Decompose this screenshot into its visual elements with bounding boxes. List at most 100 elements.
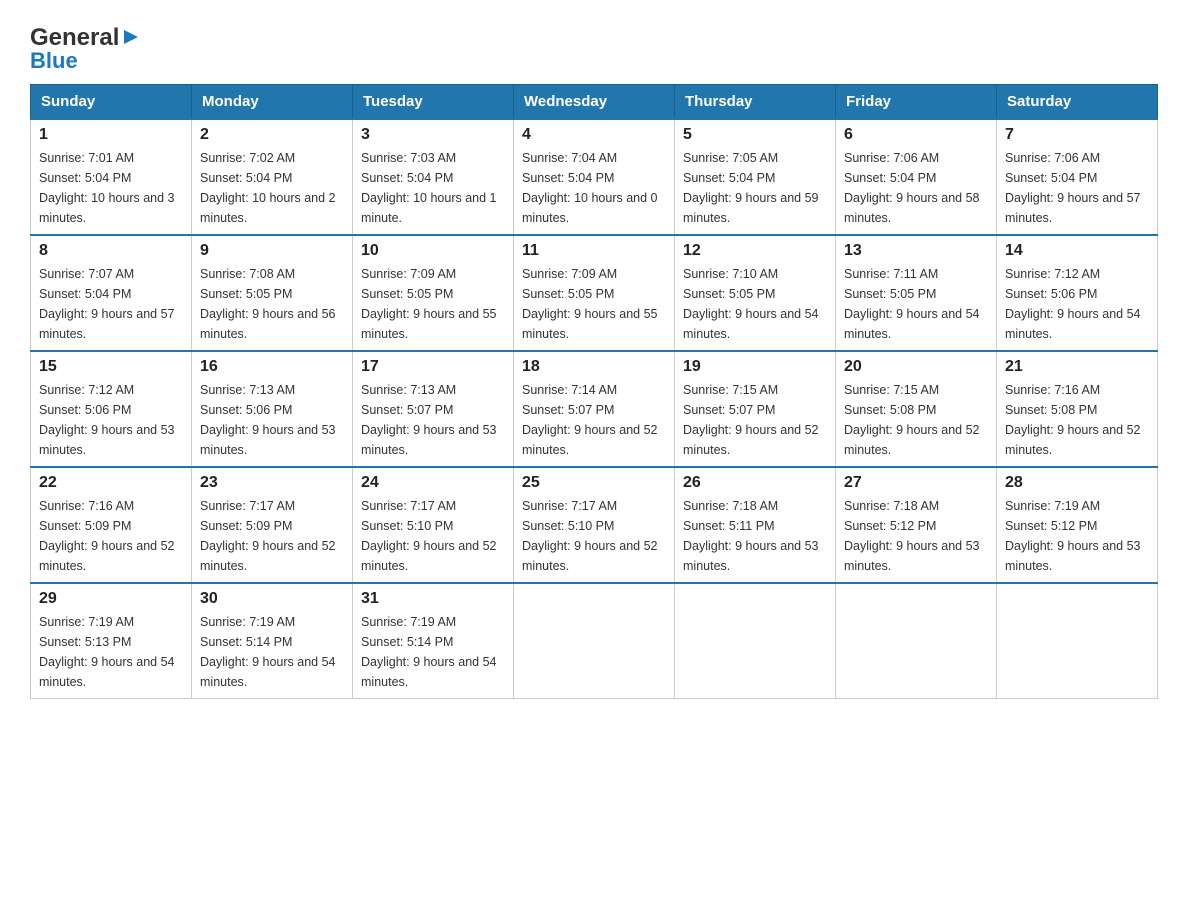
calendar-cell-w1-d7: 7 Sunrise: 7:06 AMSunset: 5:04 PMDaylight… (997, 119, 1158, 235)
day-info: Sunrise: 7:16 AMSunset: 5:09 PMDaylight:… (39, 496, 183, 576)
day-info: Sunrise: 7:09 AMSunset: 5:05 PMDaylight:… (522, 264, 666, 344)
day-info: Sunrise: 7:13 AMSunset: 5:07 PMDaylight:… (361, 380, 505, 460)
day-info: Sunrise: 7:13 AMSunset: 5:06 PMDaylight:… (200, 380, 344, 460)
calendar-cell-w1-d1: 1Sunrise: 7:01 AMSunset: 5:04 PMDaylight… (31, 119, 192, 235)
day-info: Sunrise: 7:01 AMSunset: 5:04 PMDaylight:… (39, 148, 183, 228)
calendar-cell-w3-d6: 20 Sunrise: 7:15 AMSunset: 5:08 PMDayligh… (836, 351, 997, 467)
calendar-cell-w5-d5 (675, 583, 836, 699)
day-number: 20 (844, 358, 988, 376)
day-number: 30 (200, 590, 344, 608)
week-row-4: 22 Sunrise: 7:16 AMSunset: 5:09 PMDayligh… (31, 467, 1158, 583)
calendar-cell-w2-d3: 10 Sunrise: 7:09 AMSunset: 5:05 PMDayligh… (353, 235, 514, 351)
day-info: Sunrise: 7:17 AMSunset: 5:10 PMDaylight:… (522, 496, 666, 576)
calendar-cell-w5-d7 (997, 583, 1158, 699)
day-info: Sunrise: 7:19 AMSunset: 5:12 PMDaylight:… (1005, 496, 1149, 576)
weekday-header-tuesday: Tuesday (353, 85, 514, 120)
day-info: Sunrise: 7:12 AMSunset: 5:06 PMDaylight:… (39, 380, 183, 460)
day-number: 10 (361, 242, 505, 260)
calendar-cell-w3-d7: 21Sunrise: 7:16 AMSunset: 5:08 PMDayligh… (997, 351, 1158, 467)
day-info: Sunrise: 7:18 AMSunset: 5:12 PMDaylight:… (844, 496, 988, 576)
day-info: Sunrise: 7:06 AMSunset: 5:04 PMDaylight:… (844, 148, 988, 228)
day-info: Sunrise: 7:18 AMSunset: 5:11 PMDaylight:… (683, 496, 827, 576)
day-number: 6 (844, 126, 988, 144)
day-number: 12 (683, 242, 827, 260)
weekday-header-saturday: Saturday (997, 85, 1158, 120)
day-info: Sunrise: 7:19 AMSunset: 5:13 PMDaylight:… (39, 612, 183, 692)
calendar-cell-w2-d6: 13 Sunrise: 7:11 AMSunset: 5:05 PMDayligh… (836, 235, 997, 351)
day-number: 29 (39, 590, 183, 608)
logo: General Blue (30, 20, 140, 74)
day-info: Sunrise: 7:17 AMSunset: 5:09 PMDaylight:… (200, 496, 344, 576)
day-info: Sunrise: 7:19 AMSunset: 5:14 PMDaylight:… (200, 612, 344, 692)
page-header: General Blue (30, 20, 1158, 74)
day-number: 8 (39, 242, 183, 260)
day-number: 31 (361, 590, 505, 608)
weekday-header-row: SundayMondayTuesdayWednesdayThursdayFrid… (31, 85, 1158, 120)
calendar-cell-w5-d3: 31 Sunrise: 7:19 AMSunset: 5:14 PMDayligh… (353, 583, 514, 699)
day-number: 13 (844, 242, 988, 260)
calendar-cell-w2-d7: 14 Sunrise: 7:12 AMSunset: 5:06 PMDayligh… (997, 235, 1158, 351)
day-number: 16 (200, 358, 344, 376)
day-number: 3 (361, 126, 505, 144)
calendar-cell-w4-d6: 27 Sunrise: 7:18 AMSunset: 5:12 PMDayligh… (836, 467, 997, 583)
week-row-3: 15 Sunrise: 7:12 AMSunset: 5:06 PMDayligh… (31, 351, 1158, 467)
logo-triangle-icon (122, 28, 140, 51)
calendar-cell-w4-d3: 24 Sunrise: 7:17 AMSunset: 5:10 PMDayligh… (353, 467, 514, 583)
day-info: Sunrise: 7:06 AMSunset: 5:04 PMDaylight:… (1005, 148, 1149, 228)
calendar-cell-w1-d3: 3 Sunrise: 7:03 AMSunset: 5:04 PMDaylight… (353, 119, 514, 235)
calendar-cell-w3-d5: 19Sunrise: 7:15 AMSunset: 5:07 PMDayligh… (675, 351, 836, 467)
day-number: 9 (200, 242, 344, 260)
day-number: 21 (1005, 358, 1149, 376)
day-info: Sunrise: 7:10 AMSunset: 5:05 PMDaylight:… (683, 264, 827, 344)
day-info: Sunrise: 7:19 AMSunset: 5:14 PMDaylight:… (361, 612, 505, 692)
day-number: 2 (200, 126, 344, 144)
day-info: Sunrise: 7:17 AMSunset: 5:10 PMDaylight:… (361, 496, 505, 576)
day-number: 23 (200, 474, 344, 492)
calendar-cell-w2-d4: 11 Sunrise: 7:09 AMSunset: 5:05 PMDayligh… (514, 235, 675, 351)
calendar-cell-w3-d1: 15 Sunrise: 7:12 AMSunset: 5:06 PMDayligh… (31, 351, 192, 467)
day-info: Sunrise: 7:05 AMSunset: 5:04 PMDaylight:… (683, 148, 827, 228)
day-number: 7 (1005, 126, 1149, 144)
calendar-cell-w3-d4: 18Sunrise: 7:14 AMSunset: 5:07 PMDayligh… (514, 351, 675, 467)
calendar-cell-w5-d4 (514, 583, 675, 699)
calendar-table: SundayMondayTuesdayWednesdayThursdayFrid… (30, 84, 1158, 699)
day-number: 25 (522, 474, 666, 492)
day-number: 5 (683, 126, 827, 144)
calendar-cell-w4-d4: 25 Sunrise: 7:17 AMSunset: 5:10 PMDayligh… (514, 467, 675, 583)
day-number: 22 (39, 474, 183, 492)
calendar-cell-w2-d1: 8 Sunrise: 7:07 AMSunset: 5:04 PMDaylight… (31, 235, 192, 351)
day-info: Sunrise: 7:12 AMSunset: 5:06 PMDaylight:… (1005, 264, 1149, 344)
calendar-cell-w4-d7: 28 Sunrise: 7:19 AMSunset: 5:12 PMDayligh… (997, 467, 1158, 583)
calendar-cell-w2-d5: 12 Sunrise: 7:10 AMSunset: 5:05 PMDayligh… (675, 235, 836, 351)
day-info: Sunrise: 7:07 AMSunset: 5:04 PMDaylight:… (39, 264, 183, 344)
weekday-header-wednesday: Wednesday (514, 85, 675, 120)
day-info: Sunrise: 7:03 AMSunset: 5:04 PMDaylight:… (361, 148, 505, 228)
day-info: Sunrise: 7:09 AMSunset: 5:05 PMDaylight:… (361, 264, 505, 344)
calendar-cell-w1-d5: 5 Sunrise: 7:05 AMSunset: 5:04 PMDaylight… (675, 119, 836, 235)
calendar-cell-w2-d2: 9 Sunrise: 7:08 AMSunset: 5:05 PMDaylight… (192, 235, 353, 351)
logo-blue: Blue (30, 48, 78, 74)
day-number: 28 (1005, 474, 1149, 492)
week-row-5: 29 Sunrise: 7:19 AMSunset: 5:13 PMDayligh… (31, 583, 1158, 699)
day-number: 24 (361, 474, 505, 492)
calendar-cell-w5-d2: 30 Sunrise: 7:19 AMSunset: 5:14 PMDayligh… (192, 583, 353, 699)
day-number: 14 (1005, 242, 1149, 260)
day-number: 11 (522, 242, 666, 260)
calendar-cell-w4-d1: 22 Sunrise: 7:16 AMSunset: 5:09 PMDayligh… (31, 467, 192, 583)
day-number: 18 (522, 358, 666, 376)
day-info: Sunrise: 7:11 AMSunset: 5:05 PMDaylight:… (844, 264, 988, 344)
calendar-cell-w3-d3: 17Sunrise: 7:13 AMSunset: 5:07 PMDayligh… (353, 351, 514, 467)
day-info: Sunrise: 7:15 AMSunset: 5:08 PMDaylight:… (844, 380, 988, 460)
day-info: Sunrise: 7:04 AMSunset: 5:04 PMDaylight:… (522, 148, 666, 228)
weekday-header-thursday: Thursday (675, 85, 836, 120)
calendar-cell-w3-d2: 16 Sunrise: 7:13 AMSunset: 5:06 PMDayligh… (192, 351, 353, 467)
day-info: Sunrise: 7:08 AMSunset: 5:05 PMDaylight:… (200, 264, 344, 344)
day-number: 15 (39, 358, 183, 376)
weekday-header-friday: Friday (836, 85, 997, 120)
week-row-1: 1Sunrise: 7:01 AMSunset: 5:04 PMDaylight… (31, 119, 1158, 235)
calendar-cell-w1-d2: 2Sunrise: 7:02 AMSunset: 5:04 PMDaylight… (192, 119, 353, 235)
day-number: 4 (522, 126, 666, 144)
week-row-2: 8 Sunrise: 7:07 AMSunset: 5:04 PMDaylight… (31, 235, 1158, 351)
calendar-cell-w4-d2: 23 Sunrise: 7:17 AMSunset: 5:09 PMDayligh… (192, 467, 353, 583)
day-number: 27 (844, 474, 988, 492)
